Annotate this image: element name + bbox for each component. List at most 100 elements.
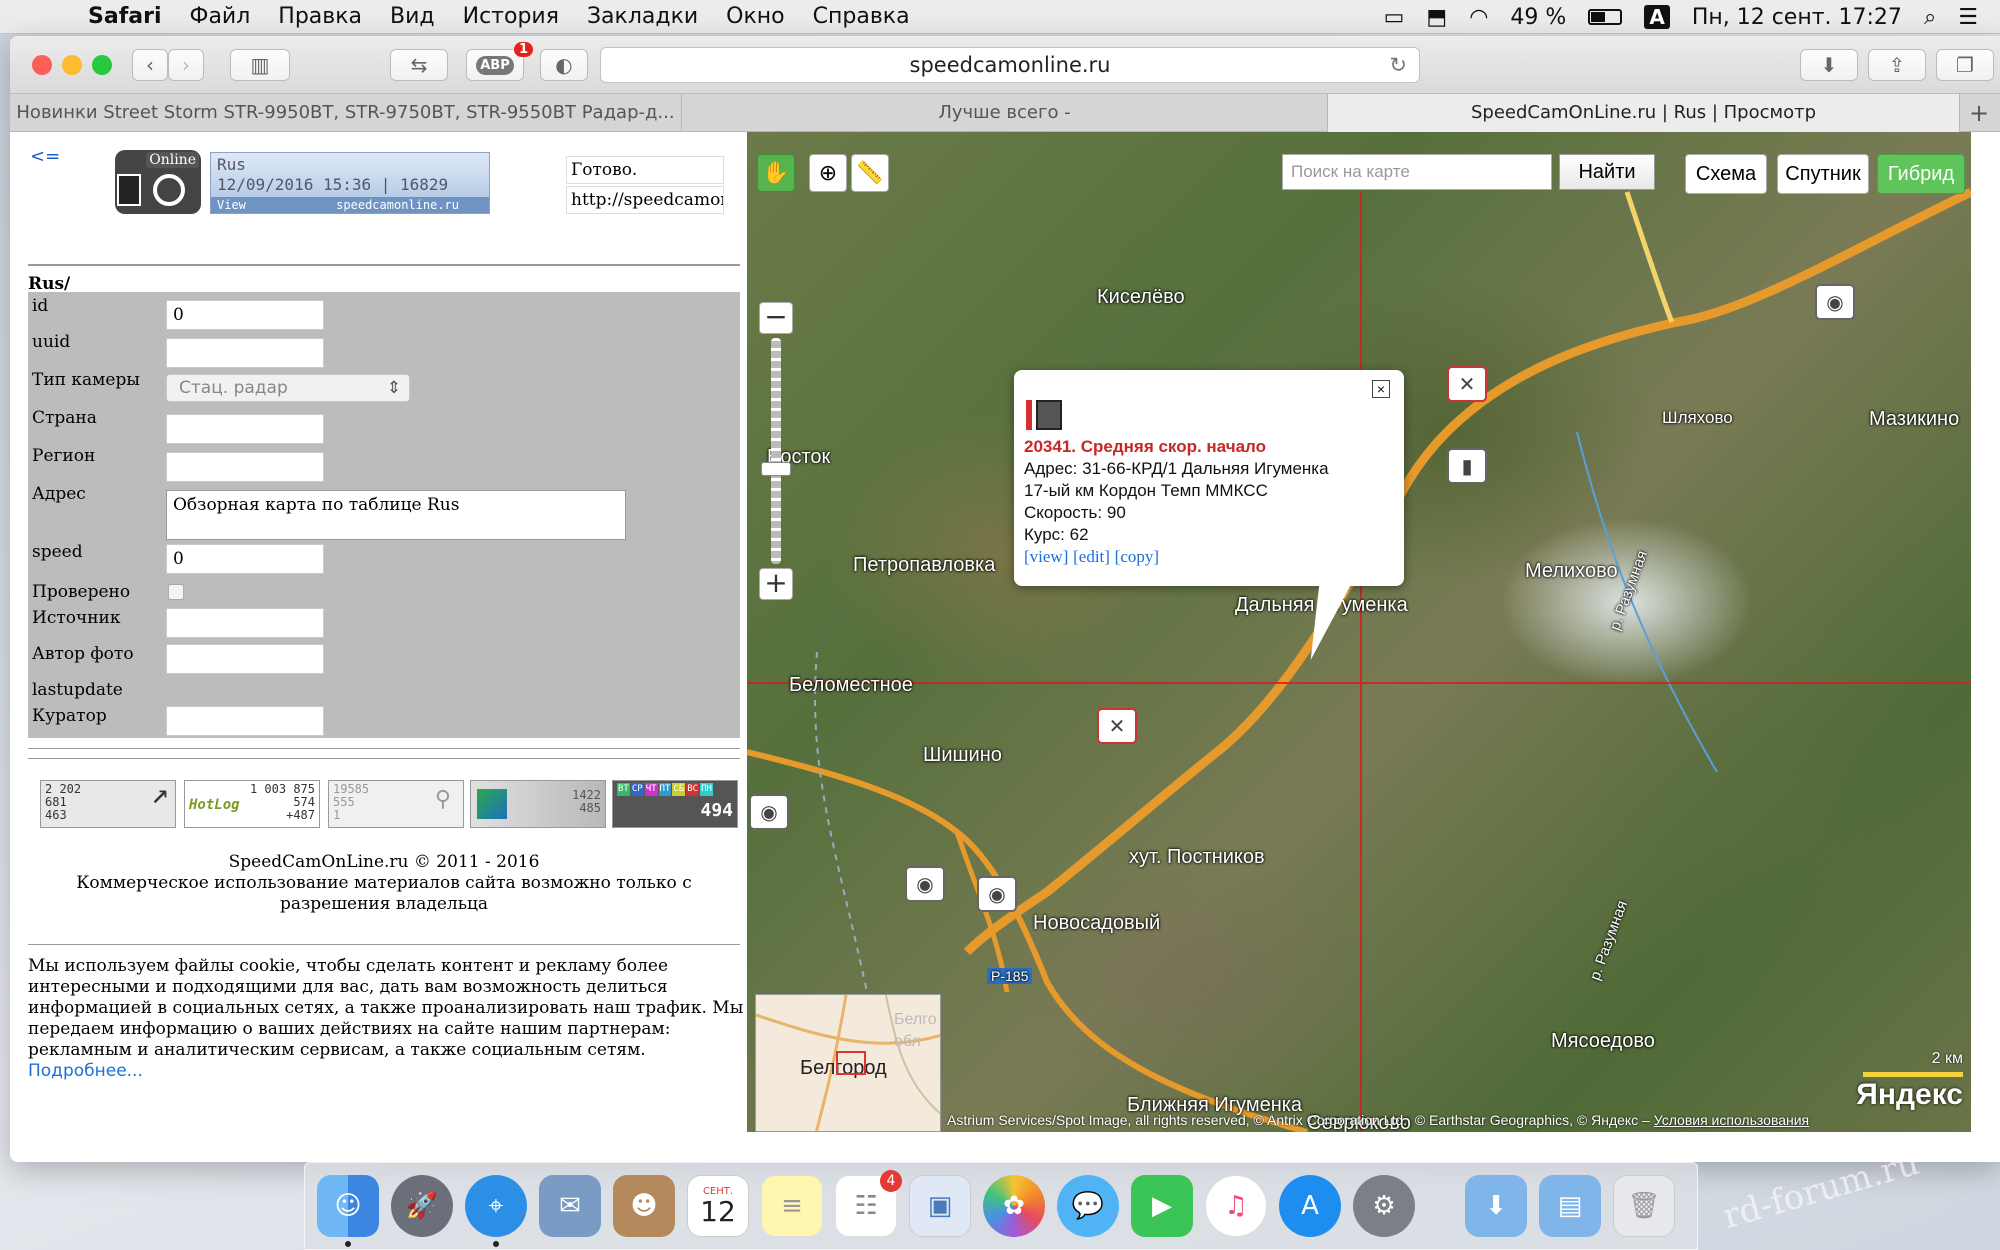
system-preferences-icon[interactable]: ⚙ bbox=[1353, 1175, 1415, 1237]
uuid-field[interactable] bbox=[166, 338, 324, 368]
battery-icon[interactable] bbox=[1588, 9, 1623, 25]
map-search-input[interactable]: Поиск на карте bbox=[1282, 154, 1552, 190]
stats-banner[interactable]: Rus 12/09/2016 15:36 | 16829 View speedc… bbox=[210, 152, 490, 214]
zoom-area-button[interactable]: ⊕ bbox=[809, 154, 847, 192]
app-store-icon[interactable]: A bbox=[1279, 1175, 1341, 1237]
menu-view[interactable]: Вид bbox=[390, 4, 435, 29]
source-field[interactable] bbox=[166, 608, 324, 638]
zoom-slider-knob[interactable] bbox=[761, 462, 791, 476]
zoom-window-button[interactable] bbox=[92, 55, 112, 75]
zoom-slider-track[interactable] bbox=[771, 338, 781, 564]
reload-icon[interactable]: ↻ bbox=[1389, 48, 1407, 82]
tab-switch-button[interactable]: ⇆ bbox=[390, 49, 448, 81]
zoom-out-button[interactable]: − bbox=[759, 302, 793, 334]
balloon-edit-link[interactable]: [edit] bbox=[1073, 547, 1110, 566]
safari-icon[interactable]: ⌖ bbox=[465, 1175, 527, 1247]
downloads-folder-icon[interactable]: ⬇ bbox=[1465, 1175, 1527, 1237]
notification-center-icon[interactable]: ☰ bbox=[1958, 5, 1978, 30]
menu-file[interactable]: Файл bbox=[190, 4, 251, 29]
itunes-icon[interactable]: ♫ bbox=[1205, 1175, 1267, 1237]
zoom-control[interactable]: − + bbox=[759, 302, 793, 602]
counter-liveinternet[interactable]: 2 202 681 463 ↗ bbox=[40, 780, 176, 828]
facetime-icon[interactable]: ▶ bbox=[1131, 1175, 1193, 1237]
new-tab-button[interactable]: + bbox=[1960, 94, 1998, 132]
clock[interactable]: Пн, 12 сент. 17:27 bbox=[1692, 5, 1902, 30]
site-logo[interactable]: Online bbox=[115, 150, 201, 214]
balloon-close-button[interactable]: × bbox=[1372, 380, 1390, 398]
trash-icon[interactable]: 🗑 bbox=[1613, 1175, 1675, 1237]
verified-checkbox[interactable] bbox=[168, 584, 184, 600]
menu-help[interactable]: Справка bbox=[813, 4, 910, 29]
map-type-satellite-button[interactable]: Спутник bbox=[1777, 154, 1869, 194]
ruler-button[interactable]: 📏 bbox=[851, 154, 889, 192]
photos-icon[interactable]: ✿ bbox=[983, 1175, 1045, 1237]
spotlight-search-icon[interactable]: ⌕ bbox=[1924, 5, 1936, 30]
calendar-icon[interactable]: СЕНТ. 12 bbox=[687, 1175, 749, 1237]
messages-icon[interactable]: 💬 bbox=[1057, 1175, 1119, 1237]
speed-field[interactable]: 0 bbox=[166, 544, 324, 574]
address-bar[interactable]: speedcamonline.ru ↻ bbox=[600, 47, 1420, 83]
launchpad-icon[interactable]: 🚀 bbox=[391, 1175, 453, 1237]
minimize-window-button[interactable] bbox=[62, 55, 82, 75]
tab-speedcamonline[interactable]: SpeedCamOnLine.ru | Rus | Просмотр bbox=[1328, 94, 1960, 132]
sidebar-button[interactable]: ▥ bbox=[230, 49, 290, 81]
pan-tool-button[interactable]: ✋ bbox=[757, 154, 795, 192]
speed-camera-marker[interactable]: ✕ bbox=[1097, 708, 1137, 744]
zoom-in-button[interactable]: + bbox=[759, 568, 793, 600]
downloads-button[interactable]: ⬇ bbox=[1800, 49, 1858, 81]
preview-icon[interactable]: ▣ bbox=[909, 1175, 971, 1237]
show-all-tabs-button[interactable]: ❐ bbox=[1936, 49, 1994, 81]
menu-bookmarks[interactable]: Закладки bbox=[587, 4, 698, 29]
balloon-copy-link[interactable]: [copy] bbox=[1115, 547, 1159, 566]
map-view[interactable]: Киселёво Шляхово Мазикино Восток Петропа… bbox=[747, 132, 1971, 1132]
map-type-scheme-button[interactable]: Схема bbox=[1685, 154, 1767, 194]
input-source-icon[interactable]: A bbox=[1644, 5, 1670, 29]
back-button[interactable]: ‹ bbox=[132, 49, 168, 81]
display-mirroring-icon[interactable]: ▭ bbox=[1384, 5, 1405, 30]
share-button[interactable]: ⇪ bbox=[1868, 49, 1926, 81]
menu-window[interactable]: Окно bbox=[726, 4, 784, 29]
forward-button[interactable]: › bbox=[168, 49, 204, 81]
counter-hotlog[interactable]: 1 003 875 574 +487 HotLog bbox=[184, 780, 320, 828]
counter-stats[interactable]: 19585 555 1 ⚲ bbox=[328, 780, 464, 828]
speed-camera-marker[interactable]: ◉ bbox=[977, 876, 1017, 912]
reminders-icon[interactable]: ☷ 4 bbox=[835, 1170, 902, 1237]
close-window-button[interactable] bbox=[32, 55, 52, 75]
camera-type-select[interactable]: Стац. радар ⇕ bbox=[166, 374, 410, 402]
overview-minimap[interactable]: Белгород Белго обл bbox=[755, 994, 941, 1132]
wifi-icon[interactable]: ◠ bbox=[1469, 5, 1488, 30]
minimap-viewport[interactable] bbox=[836, 1051, 866, 1075]
notes-icon[interactable]: ≡ bbox=[761, 1175, 823, 1237]
menu-edit[interactable]: Правка bbox=[278, 4, 362, 29]
cookie-more-link[interactable]: Подробнее... bbox=[28, 1061, 143, 1081]
address-textarea[interactable]: Обзорная карта по таблице Rus bbox=[166, 490, 626, 540]
airplay-icon[interactable]: ⬒ bbox=[1426, 5, 1447, 30]
terms-link[interactable]: Условия использования bbox=[1654, 1112, 1809, 1128]
back-link[interactable]: <= bbox=[30, 146, 60, 167]
yandex-logo[interactable]: Яндекс bbox=[1856, 1078, 1963, 1112]
tab-best[interactable]: Лучше всего - bbox=[682, 94, 1328, 132]
country-field[interactable] bbox=[166, 414, 324, 444]
ghostery-button[interactable]: ◐ bbox=[540, 49, 588, 81]
adblock-button[interactable]: ABP 1 bbox=[466, 42, 533, 81]
id-field[interactable]: 0 bbox=[166, 300, 324, 330]
menu-history[interactable]: История bbox=[463, 4, 559, 29]
map-type-hybrid-button[interactable]: Гибрид bbox=[1877, 154, 1965, 194]
curator-field[interactable] bbox=[166, 706, 324, 736]
speed-camera-marker[interactable]: ◉ bbox=[905, 866, 945, 902]
documents-folder-icon[interactable]: ▤ bbox=[1539, 1175, 1601, 1237]
speed-camera-marker[interactable]: ◉ bbox=[749, 794, 789, 830]
counter-weekday[interactable]: ВТ СР ЧТ ПТ СБ ВС ПН 494 bbox=[612, 780, 738, 828]
photo-author-field[interactable] bbox=[166, 644, 324, 674]
menu-app-name[interactable]: Safari bbox=[88, 4, 162, 29]
speed-camera-marker[interactable]: ◉ bbox=[1815, 284, 1855, 320]
contacts-icon[interactable]: ☻ bbox=[613, 1175, 675, 1237]
battery-percent[interactable]: 49 % bbox=[1510, 5, 1566, 30]
finder-icon[interactable]: ☺ bbox=[317, 1175, 379, 1247]
map-search-button[interactable]: Найти bbox=[1559, 154, 1655, 190]
avg-speed-marker[interactable]: ▮ bbox=[1447, 448, 1487, 484]
region-field[interactable] bbox=[166, 452, 324, 482]
mail-icon[interactable]: ✉ bbox=[539, 1175, 601, 1237]
speed-camera-marker[interactable]: ✕ bbox=[1447, 366, 1487, 402]
counter-chart[interactable]: 1422 485 bbox=[470, 780, 606, 828]
